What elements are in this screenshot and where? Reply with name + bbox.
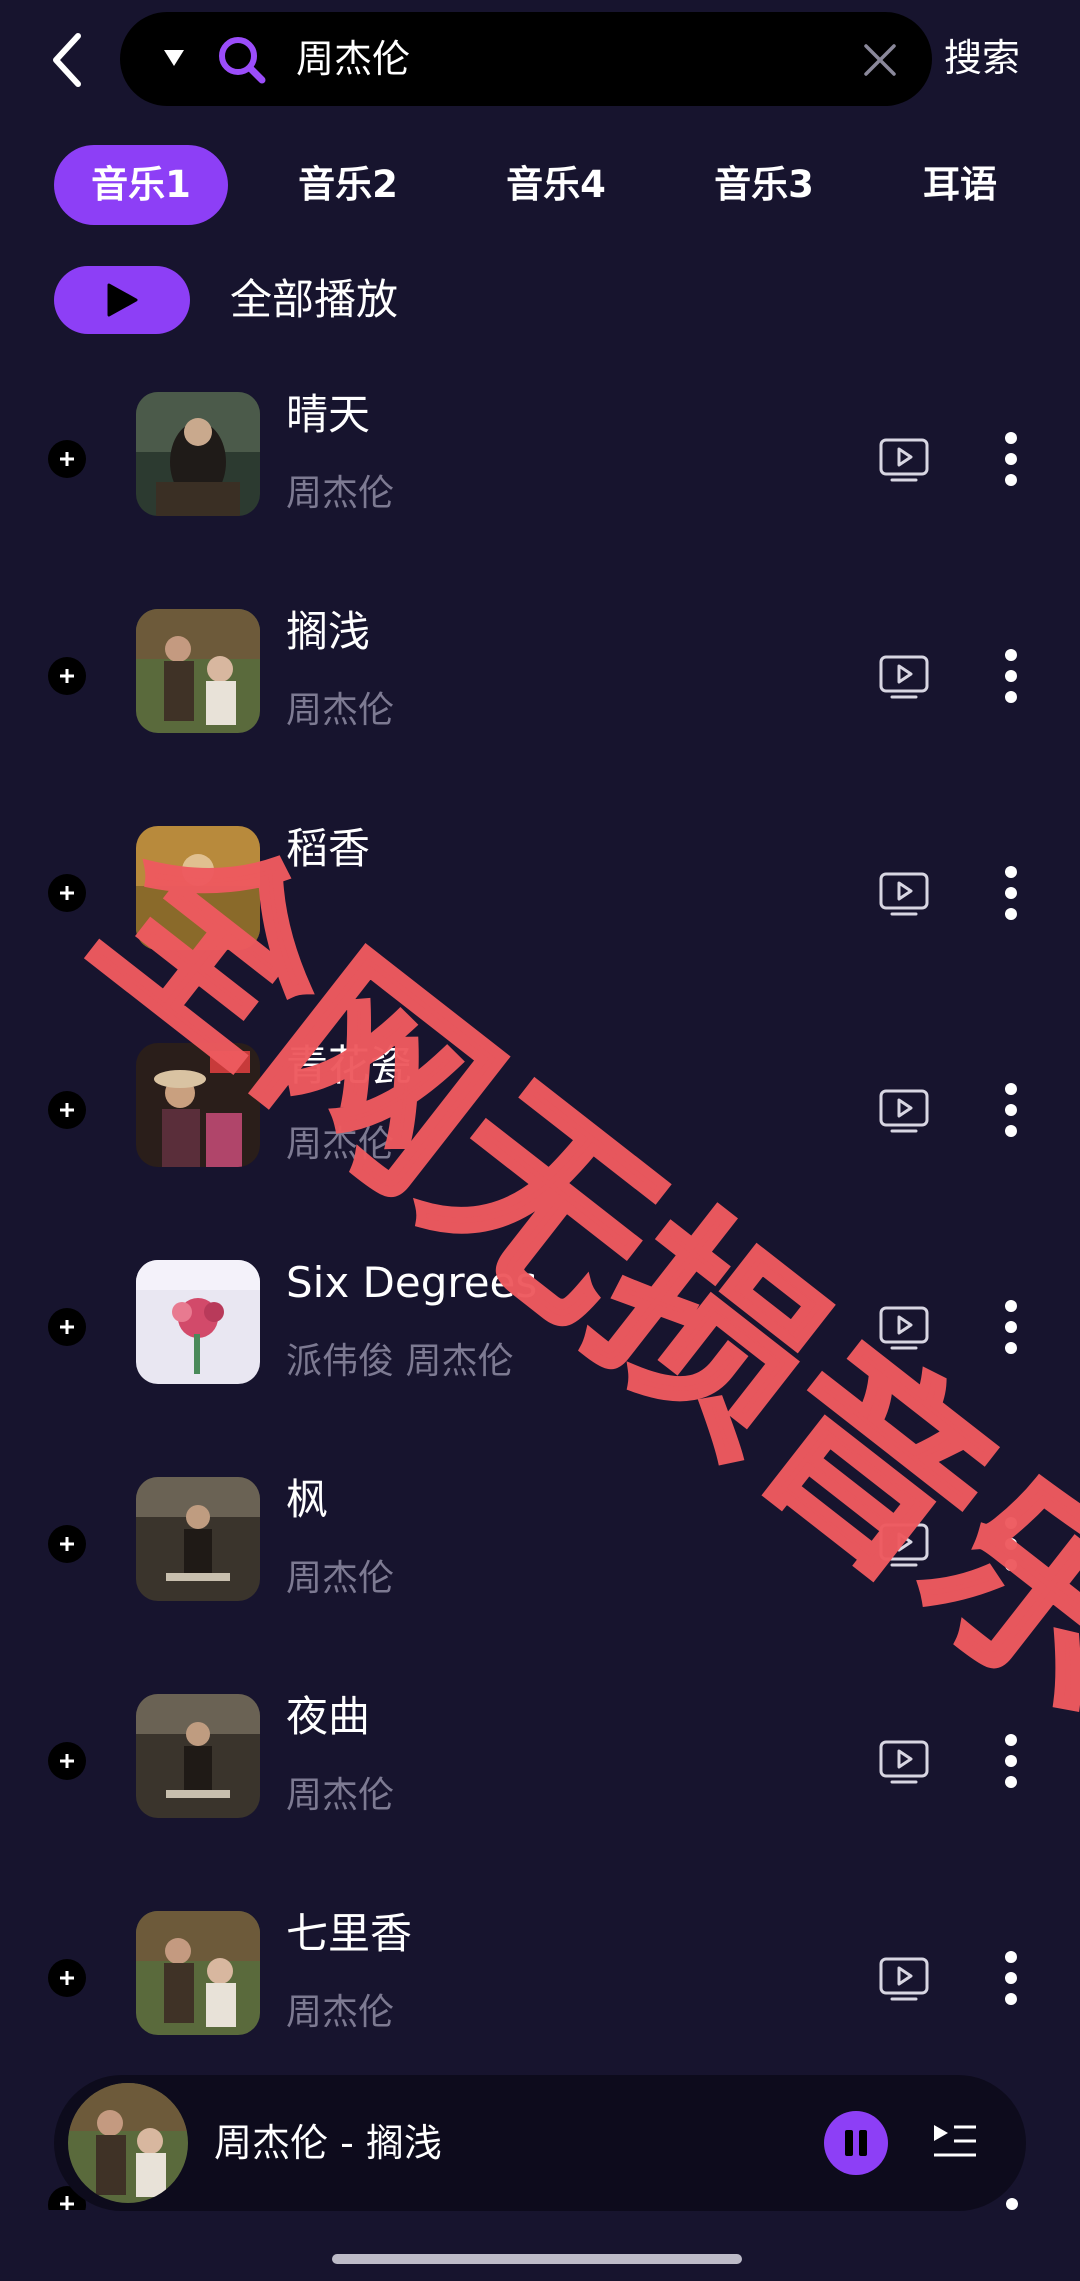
clear-icon[interactable] (860, 40, 900, 80)
back-arrow-icon (53, 33, 81, 87)
album-cover (136, 392, 260, 516)
search-icon (219, 37, 266, 84)
song-artist: 周杰伦 (286, 1124, 395, 1165)
mv-icon[interactable] (878, 434, 930, 486)
more-icon[interactable] (996, 647, 1026, 705)
song-title: Six Degrees (286, 1258, 538, 1307)
song-title: 夜曲 (286, 1692, 371, 1741)
add-button[interactable] (48, 1959, 86, 1997)
play-icon (107, 283, 138, 317)
tab-music2[interactable]: 音乐2 (268, 145, 428, 225)
song-row[interactable]: 晴天 周杰伦 (0, 360, 1080, 577)
mv-icon[interactable] (878, 868, 930, 920)
mini-player[interactable]: 周杰伦 - 搁浅 (54, 2075, 1026, 2211)
search-input[interactable]: 周杰伦 (296, 34, 410, 84)
add-button[interactable] (48, 1742, 86, 1780)
add-button[interactable] (48, 657, 86, 695)
tab-music4[interactable]: 音乐4 (476, 145, 636, 225)
mv-icon[interactable] (878, 1953, 930, 2005)
more-icon[interactable] (996, 430, 1026, 488)
search-results-page: 周杰伦 搜索 音乐1 音乐2 音乐4 音乐3 耳语 全部播放 晴天 周杰伦 搁浅… (0, 0, 1080, 2281)
album-cover (136, 1260, 260, 1384)
song-row[interactable]: 搁浅 周杰伦 (0, 577, 1080, 794)
song-artist: 周杰伦 (286, 1775, 395, 1816)
tab-music3[interactable]: 音乐3 (684, 145, 844, 225)
song-title: 搁浅 (286, 607, 371, 656)
add-icon (60, 1971, 74, 1985)
add-icon (60, 1537, 74, 1551)
add-icon (60, 886, 74, 900)
tab-music1[interactable]: 音乐1 (54, 145, 228, 225)
song-row[interactable]: 七里香 周杰伦 (0, 1879, 1080, 2096)
tab-whisper[interactable]: 耳语 (900, 145, 1020, 225)
back-button[interactable] (40, 28, 96, 92)
song-artist: 派伟俊 周杰伦 (286, 1341, 514, 1382)
add-button[interactable] (48, 440, 86, 478)
album-cover (136, 609, 260, 733)
album-cover (136, 1043, 260, 1167)
mv-icon[interactable] (878, 1085, 930, 1137)
song-title: 稻香 (286, 824, 371, 873)
mv-icon[interactable] (878, 1302, 930, 1354)
song-artist: 周杰伦 (286, 1558, 395, 1599)
more-icon[interactable] (996, 1298, 1026, 1356)
mv-icon[interactable] (878, 651, 930, 703)
now-playing-cover (68, 2083, 188, 2203)
album-cover (136, 1694, 260, 1818)
pause-button[interactable] (824, 2111, 888, 2175)
song-row[interactable]: 稻香 (0, 794, 1080, 1011)
more-icon[interactable] (996, 1515, 1026, 1573)
pause-icon (845, 2130, 867, 2156)
song-artist: 周杰伦 (286, 1992, 395, 2033)
song-artist: 周杰伦 (286, 690, 395, 731)
playlist-icon[interactable] (930, 2117, 980, 2167)
song-row[interactable]: 夜曲 周杰伦 (0, 1662, 1080, 1879)
song-row[interactable]: Six Degrees 派伟俊 周杰伦 (0, 1228, 1080, 1445)
add-icon (60, 452, 74, 466)
song-row[interactable]: 青花瓷 周杰伦 (0, 1011, 1080, 1228)
dropdown-triangle-icon (164, 50, 184, 66)
song-artist: 周杰伦 (286, 473, 395, 514)
play-all-button[interactable] (54, 266, 190, 334)
more-icon[interactable] (996, 1081, 1026, 1139)
add-button[interactable] (48, 1525, 86, 1563)
search-button[interactable]: 搜索 (944, 30, 1020, 86)
song-title: 七里香 (286, 1909, 413, 1958)
album-cover (136, 1477, 260, 1601)
more-icon[interactable] (996, 864, 1026, 922)
more-icon[interactable] (996, 1949, 1026, 2007)
play-all-label[interactable]: 全部播放 (230, 272, 398, 328)
song-title: 晴天 (286, 390, 371, 439)
song-title: 枫 (286, 1475, 329, 1524)
song-title: 青花瓷 (286, 1041, 413, 1090)
album-cover (136, 1911, 260, 2035)
more-icon[interactable] (996, 1732, 1026, 1790)
mv-icon[interactable] (878, 1519, 930, 1571)
add-icon (60, 1103, 74, 1117)
add-button[interactable] (48, 1308, 86, 1346)
mv-icon[interactable] (878, 1736, 930, 1788)
home-indicator[interactable] (332, 2254, 742, 2264)
search-scope-dropdown[interactable] (160, 44, 188, 72)
now-playing-title: 周杰伦 - 搁浅 (214, 2121, 442, 2165)
song-row[interactable]: 枫 周杰伦 (0, 1445, 1080, 1662)
search-bar: 周杰伦 (120, 12, 932, 106)
add-button[interactable] (48, 874, 86, 912)
add-icon (60, 1754, 74, 1768)
add-icon (60, 1320, 74, 1334)
add-icon (60, 669, 74, 683)
album-cover (136, 826, 260, 950)
add-button[interactable] (48, 1091, 86, 1129)
